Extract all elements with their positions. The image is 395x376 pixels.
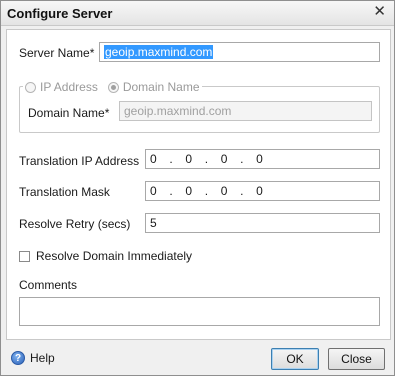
configure-server-dialog: Configure Server ✕ Server Name* geoip.ma… — [0, 0, 395, 376]
translation-mask-octet: 0 — [256, 184, 263, 198]
translation-ip-octet: 0 — [220, 152, 228, 166]
domain-name-label: Domain Name* — [28, 106, 110, 120]
domain-name-radio[interactable] — [107, 81, 119, 93]
translation-mask-octet: 0 — [220, 184, 228, 198]
comments-textarea[interactable] — [19, 297, 380, 326]
translation-ip-input[interactable]: 0 . 0 . 0 . 0 — [145, 149, 380, 169]
domain-name-radio-label: Domain Name — [122, 80, 200, 94]
help-link[interactable]: ? Help — [11, 351, 55, 365]
address-type-legend: IP Address Domain Name — [23, 80, 202, 94]
server-name-input[interactable]: geoip.maxmind.com — [99, 42, 380, 62]
resolve-immediately-label: Resolve Domain Immediately — [36, 249, 193, 263]
server-name-value: geoip.maxmind.com — [104, 45, 214, 59]
server-name-label: Server Name* — [19, 46, 94, 60]
help-icon: ? — [11, 351, 25, 365]
resolve-retry-input[interactable]: 5 — [145, 213, 380, 233]
ip-address-radio[interactable] — [25, 81, 36, 93]
domain-name-placeholder: geoip.maxmind.com — [124, 104, 232, 118]
resolve-retry-label: Resolve Retry (secs) — [19, 217, 131, 231]
translation-ip-octet: 0 — [150, 152, 157, 166]
form-panel: Server Name* geoip.maxmind.com IP Addres… — [6, 29, 391, 340]
translation-ip-octet: 0 — [256, 152, 263, 166]
translation-ip-octet: 0 — [185, 152, 193, 166]
translation-mask-label: Translation Mask — [19, 185, 110, 199]
resolve-immediately-checkbox[interactable] — [19, 251, 30, 262]
help-label: Help — [30, 351, 55, 365]
translation-ip-label: Translation IP Address — [19, 154, 140, 168]
domain-name-input[interactable]: geoip.maxmind.com — [119, 101, 372, 121]
resolve-retry-value: 5 — [150, 216, 157, 230]
translation-mask-input[interactable]: 0 . 0 . 0 . 0 — [145, 181, 380, 201]
ip-address-radio-label: IP Address — [40, 80, 98, 94]
close-button[interactable]: Close — [328, 348, 385, 370]
server-name-label-text: Server Name* — [19, 46, 95, 60]
translation-mask-octet: 0 — [185, 184, 193, 198]
title-bar: Configure Server ✕ — [1, 1, 394, 26]
close-icon[interactable]: ✕ — [373, 4, 386, 20]
comments-label: Comments — [19, 278, 78, 292]
ok-button[interactable]: OK — [271, 348, 319, 370]
dialog-title: Configure Server — [7, 6, 113, 21]
translation-mask-octet: 0 — [150, 184, 157, 198]
